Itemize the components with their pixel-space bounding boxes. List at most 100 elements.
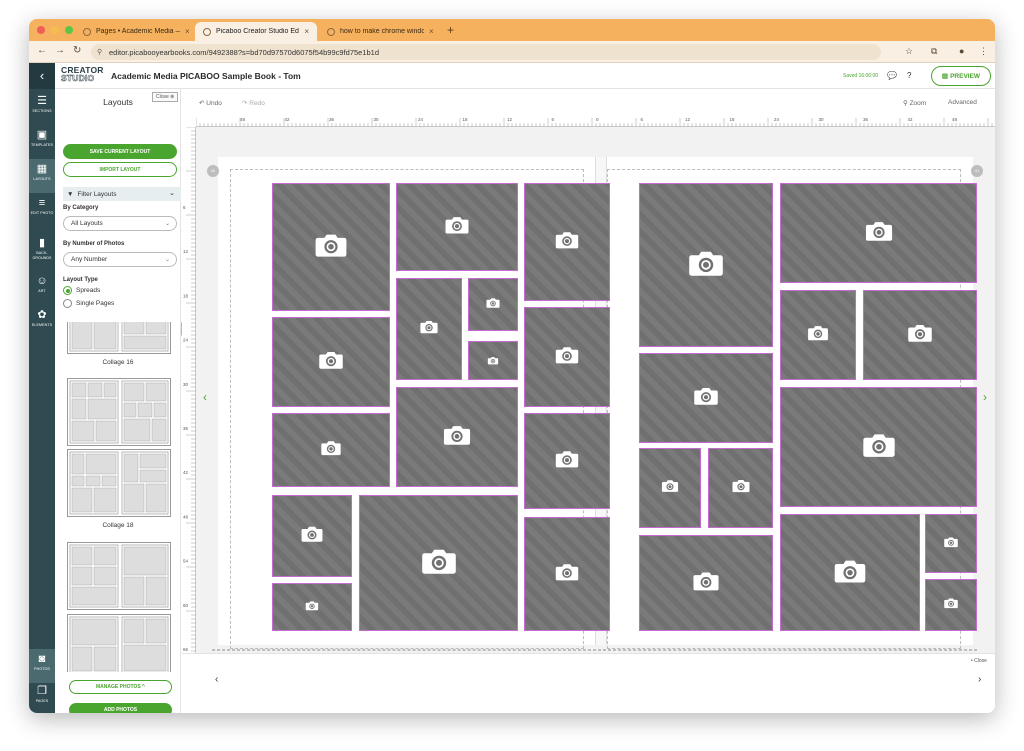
photo-frame[interactable] (524, 517, 610, 631)
layout-thumbnail[interactable] (67, 542, 171, 610)
ruler-tick-label: 18 (463, 117, 469, 122)
photo-frame[interactable] (524, 413, 610, 509)
photo-frame[interactable] (272, 413, 390, 487)
extensions-icon[interactable]: ⧉ (931, 46, 937, 57)
import-layout-button[interactable]: IMPORT LAYOUT (63, 162, 177, 177)
undo-button[interactable]: ↶ Undo (199, 99, 222, 107)
back-chevron-icon[interactable]: ‹ (29, 63, 55, 89)
rail-item-edit-photo[interactable]: ≡ EDIT PHOTO (29, 193, 55, 227)
camera-icon (305, 598, 319, 616)
layout-thumbnail[interactable] (67, 614, 171, 672)
photos-icon: ◙ (38, 653, 46, 665)
minimize-window-button[interactable] (51, 26, 59, 34)
undo-label: Undo (206, 100, 222, 107)
camera-icon (865, 219, 893, 246)
panel-close-button[interactable]: Close ⊗ (152, 92, 179, 102)
layout-thumbnail[interactable] (67, 378, 171, 446)
rail-item-sections[interactable]: ☰ SECTIONS (29, 91, 55, 125)
site-info-icon[interactable]: ⚲ (97, 48, 102, 56)
rail-item-art[interactable]: ☺ ART (29, 271, 55, 305)
rail-item-templates[interactable]: ▣ TEMPLATES (29, 125, 55, 159)
photo-frame[interactable] (639, 448, 701, 528)
photo-frame[interactable] (780, 183, 977, 283)
photo-frame[interactable] (272, 583, 352, 631)
photo-frame[interactable] (359, 495, 518, 631)
rail-item-layouts[interactable]: ▦ LAYOUTS (29, 159, 55, 193)
maximize-window-button[interactable] (65, 26, 73, 34)
editor-canvas[interactable]: 40 41 ‹ › (196, 127, 995, 653)
photos-count-select[interactable]: Any Number ⌄ (63, 252, 177, 267)
browser-tab-editor[interactable]: Picaboo Creator Studio Editor × (195, 22, 317, 41)
photo-frame[interactable] (468, 278, 518, 331)
layout-thumbnail[interactable] (67, 322, 171, 354)
camera-icon (693, 385, 718, 410)
photo-frame[interactable] (780, 387, 977, 507)
chat-icon[interactable]: 💬 (887, 71, 897, 80)
help-icon[interactable]: ? (907, 71, 911, 80)
left-page-number: 40 (207, 165, 219, 177)
photo-frame[interactable] (396, 183, 518, 271)
photo-frame[interactable] (396, 278, 462, 380)
photo-frame[interactable] (639, 183, 773, 347)
tab-close-icon[interactable]: × (304, 27, 309, 36)
new-tab-icon[interactable]: + (447, 23, 454, 37)
url-field[interactable]: ⚲ editor.picabooyearbooks.com/9492388?s=… (91, 44, 881, 60)
redo-button[interactable]: ↷ Redo (242, 99, 265, 107)
tab-close-icon[interactable]: × (429, 27, 434, 36)
browser-tab-pages[interactable]: Pages • Academic Media — P × (75, 22, 198, 41)
back-arrow-icon[interactable]: ← (37, 45, 47, 56)
photo-frame[interactable] (780, 514, 920, 631)
bookmark-star-icon[interactable]: ☆ (905, 46, 913, 57)
forward-arrow-icon[interactable]: → (55, 45, 65, 56)
add-photos-button[interactable]: ADD PHOTOS (69, 703, 172, 713)
rail-label: SECTIONS (32, 109, 52, 113)
photo-frame[interactable] (863, 290, 977, 380)
spreads-radio[interactable]: Spreads (63, 286, 100, 295)
filter-label: Filter Layouts (77, 190, 117, 198)
category-select[interactable]: All Layouts ⌄ (63, 216, 177, 231)
previous-page-chevron-icon[interactable]: ‹ (215, 674, 218, 685)
camera-icon (555, 345, 579, 369)
manage-photos-button[interactable]: MANAGE PHOTOS ^ (69, 680, 172, 694)
next-spread-chevron-icon[interactable]: › (977, 389, 993, 405)
rail-item-photos[interactable]: ◙ PHOTOS (29, 649, 55, 683)
photo-frame[interactable] (708, 448, 773, 528)
rail-item-pages[interactable]: ❐ PAGES (29, 681, 55, 713)
photo-frame[interactable] (272, 317, 390, 407)
photo-frame[interactable] (780, 290, 856, 380)
advanced-button[interactable]: Advanced (948, 99, 977, 106)
filter-layouts-toggle[interactable]: ▼ Filter Layouts ⌄ (63, 187, 181, 201)
photo-frame[interactable] (925, 514, 977, 573)
browser-tab-search[interactable]: how to make chrome window × (319, 22, 442, 41)
tab-close-icon[interactable]: × (185, 27, 190, 36)
preview-button[interactable]: ▤ PREVIEW (931, 66, 991, 86)
zoom-icon: ⚲ (903, 100, 908, 107)
photo-frame[interactable] (468, 341, 518, 380)
photo-frame[interactable] (925, 579, 977, 631)
browser-menu-icon[interactable]: ⋮ (979, 46, 988, 57)
next-page-chevron-icon[interactable]: › (978, 674, 981, 685)
strip-close-button[interactable]: • Close (971, 658, 987, 664)
camera-icon (944, 596, 959, 614)
photo-frame[interactable] (272, 495, 352, 577)
single-pages-radio[interactable]: Single Pages (63, 299, 114, 308)
spreads-label: Spreads (76, 287, 101, 294)
photo-frame[interactable] (396, 387, 518, 487)
photo-frame[interactable] (272, 183, 390, 311)
photos-count-label: By Number of Photos (63, 241, 125, 247)
photo-frame[interactable] (524, 183, 610, 301)
zoom-button[interactable]: ⚲ Zoom (903, 99, 926, 107)
close-window-button[interactable] (37, 26, 45, 34)
save-current-layout-button[interactable]: SAVE CURRENT LAYOUT (63, 144, 177, 159)
photo-frame[interactable] (524, 307, 610, 407)
right-page-number: 41 (971, 165, 983, 177)
previous-spread-chevron-icon[interactable]: ‹ (197, 389, 213, 405)
photo-frame[interactable] (639, 535, 773, 631)
photo-frame[interactable] (639, 353, 773, 443)
rail-item-backgrounds[interactable]: ▮ BACK-GROUNDS (29, 233, 55, 267)
rail-item-elements[interactable]: ✿ ELEMENTS (29, 305, 55, 339)
profile-avatar-icon[interactable]: ● (959, 46, 964, 56)
reload-icon[interactable]: ↻ (73, 45, 81, 56)
layout-thumbnail[interactable] (67, 449, 171, 517)
tab-favicon-icon (83, 27, 91, 36)
